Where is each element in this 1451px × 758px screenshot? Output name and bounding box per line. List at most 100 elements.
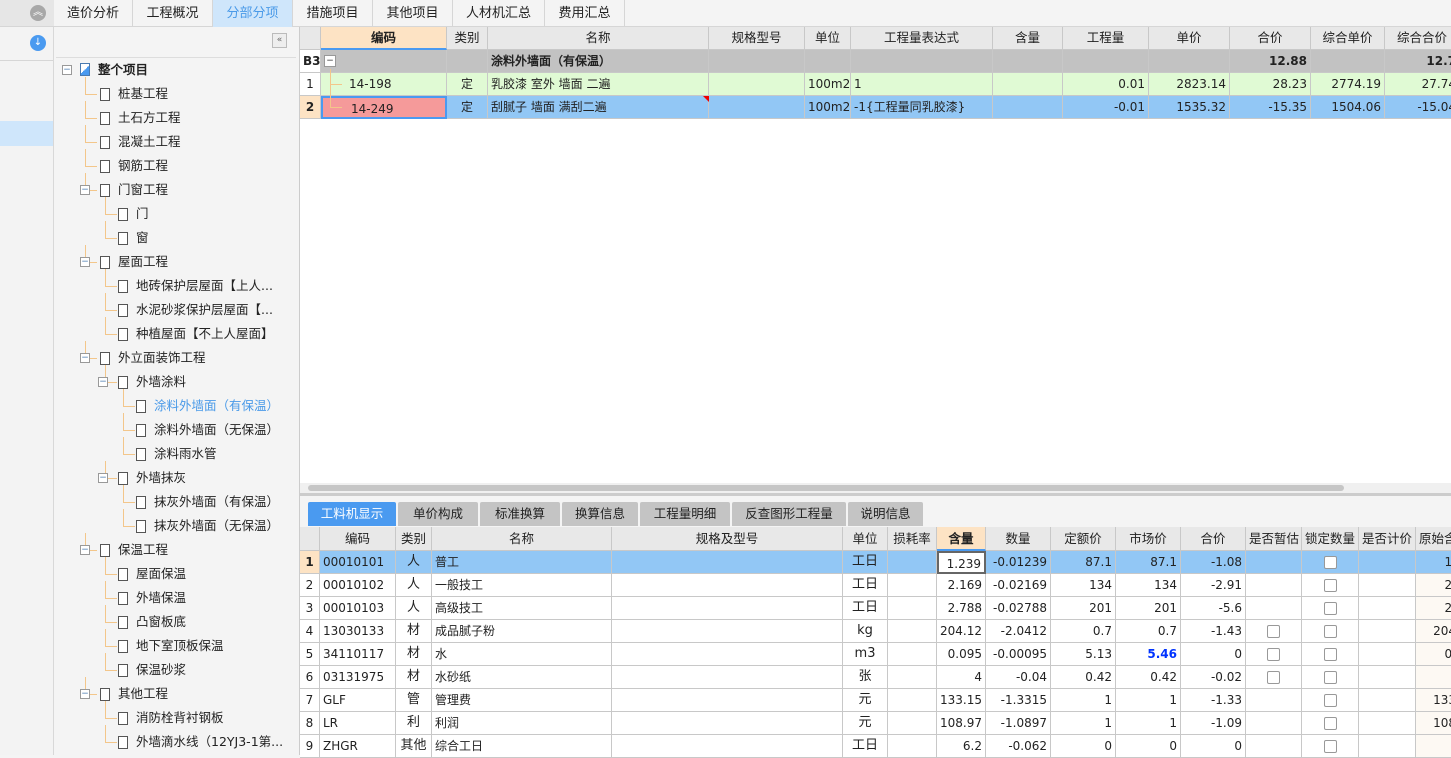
grid-cell[interactable]: 204: [1416, 620, 1451, 643]
tree-node[interactable]: 消防栓背衬钢板: [136, 707, 224, 729]
bottom-tab-3[interactable]: 换算信息: [562, 502, 638, 526]
tree-node[interactable]: 外墙滴水线（12YJ3-1第...: [136, 731, 283, 753]
grid-cell[interactable]: [888, 620, 937, 643]
grid-cell[interactable]: [888, 643, 937, 666]
lock-quantity-checkbox[interactable]: [1323, 556, 1337, 569]
grid-cell[interactable]: 2.169: [937, 574, 986, 597]
grid-cell[interactable]: 1: [1051, 689, 1116, 712]
grid-cell[interactable]: 人: [396, 574, 432, 597]
column-header[interactable]: 类别: [396, 527, 432, 551]
grid-cell[interactable]: -15.35: [1230, 96, 1311, 119]
grid-cell[interactable]: [1246, 643, 1302, 666]
column-header[interactable]: 类别: [447, 27, 488, 50]
grid-cell[interactable]: [1246, 620, 1302, 643]
grid-cell[interactable]: 普工: [432, 551, 612, 574]
grid-cell[interactable]: 100m2: [805, 96, 851, 119]
lock-quantity-checkbox[interactable]: [1323, 648, 1337, 661]
column-header[interactable]: 编码: [321, 27, 447, 50]
tree-node[interactable]: 种植屋面【不上人屋面】: [136, 323, 274, 345]
lock-quantity-checkbox[interactable]: [1323, 625, 1337, 638]
row-number[interactable]: 6: [300, 666, 320, 689]
grid-cell[interactable]: 涂料外墙面（有保温）: [488, 50, 709, 73]
grid-cell[interactable]: 87.1: [1051, 551, 1116, 574]
grid-cell[interactable]: 水砂纸: [432, 666, 612, 689]
grid-cell[interactable]: -1.08: [1181, 551, 1246, 574]
grid-cell[interactable]: -5.6: [1181, 597, 1246, 620]
grid-cell[interactable]: [1359, 712, 1416, 735]
grid-cell[interactable]: [1302, 666, 1359, 689]
grid-cell[interactable]: 0.7: [1116, 620, 1181, 643]
collapse-panel-button[interactable]: «: [272, 33, 287, 48]
tree-node[interactable]: 涂料外墙面（无保温）: [154, 419, 279, 441]
grid-cell[interactable]: 00010102: [320, 574, 396, 597]
column-header[interactable]: 综合单价: [1311, 27, 1385, 50]
grid-cell[interactable]: 2.: [1416, 597, 1451, 620]
grid-cell[interactable]: 利润: [432, 712, 612, 735]
grid-cell[interactable]: 5.13: [1051, 643, 1116, 666]
grid-cell[interactable]: 2.788: [937, 597, 986, 620]
column-header[interactable]: 损耗率: [888, 527, 937, 551]
grid-cell[interactable]: 108: [1416, 712, 1451, 735]
tab-5[interactable]: 人材机汇总: [453, 0, 545, 27]
column-header[interactable]: 数量: [986, 527, 1051, 551]
grid-cell[interactable]: [1302, 712, 1359, 735]
tree-node[interactable]: 土石方工程: [118, 107, 181, 129]
column-header[interactable]: 原始含: [1416, 527, 1451, 551]
row-number[interactable]: 2: [300, 96, 321, 119]
column-header[interactable]: 锁定数量: [1302, 527, 1359, 551]
grid-cell[interactable]: LR: [320, 712, 396, 735]
grid-cell[interactable]: [993, 50, 1063, 73]
bottom-tab-5[interactable]: 反查图形工程量: [732, 502, 846, 526]
grid-cell[interactable]: 材: [396, 666, 432, 689]
grid-cell[interactable]: -1{工程量同乳胶漆}: [851, 96, 993, 119]
tab-0[interactable]: 造价分析: [54, 0, 133, 27]
grid-cell[interactable]: [612, 666, 843, 689]
grid-cell[interactable]: [851, 50, 993, 73]
grid-cell[interactable]: 28.23: [1230, 73, 1311, 96]
grid-cell[interactable]: 工日: [843, 551, 888, 574]
grid-cell[interactable]: [447, 50, 488, 73]
tree-node[interactable]: 外墙保温: [136, 587, 186, 609]
grid-cell[interactable]: 工日: [843, 597, 888, 620]
tree-node[interactable]: 钢筋工程: [118, 155, 168, 177]
grid-cell[interactable]: [612, 551, 843, 574]
row-number[interactable]: B3: [300, 50, 321, 73]
grid-cell[interactable]: 1.: [1416, 551, 1451, 574]
tree-node[interactable]: 屋面保温: [136, 563, 186, 585]
grid-cell[interactable]: [612, 574, 843, 597]
grid-cell[interactable]: 1: [1051, 712, 1116, 735]
grid-cell[interactable]: 元: [843, 689, 888, 712]
grid-cell[interactable]: 1: [851, 73, 993, 96]
expander-minus-icon[interactable]: −: [98, 377, 108, 387]
grid-cell[interactable]: [1302, 551, 1359, 574]
grid-cell[interactable]: -1.0897: [986, 712, 1051, 735]
tree-node[interactable]: 地砖保护层屋面【上人...: [136, 275, 273, 297]
grid-cell[interactable]: [1246, 666, 1302, 689]
column-header[interactable]: 规格型号: [709, 27, 805, 50]
grid-cell[interactable]: m3: [843, 643, 888, 666]
grid-cell[interactable]: -0.02169: [986, 574, 1051, 597]
grid-cell[interactable]: [888, 666, 937, 689]
column-header[interactable]: 单位: [843, 527, 888, 551]
grid-cell[interactable]: -0.04: [986, 666, 1051, 689]
grid-cell[interactable]: [1246, 574, 1302, 597]
grid-cell[interactable]: 高级技工: [432, 597, 612, 620]
grid-cell[interactable]: 成品腻子粉: [432, 620, 612, 643]
column-header[interactable]: 定额价: [1051, 527, 1116, 551]
column-header[interactable]: 编码: [320, 527, 396, 551]
grid-cell[interactable]: 0.7: [1051, 620, 1116, 643]
grid-cell[interactable]: [1149, 50, 1230, 73]
column-header[interactable]: 工程量表达式: [851, 27, 993, 50]
tree-node[interactable]: 桩基工程: [118, 83, 168, 105]
column-header[interactable]: 规格及型号: [612, 527, 843, 551]
grid-cell[interactable]: [993, 96, 1063, 119]
grid-cell[interactable]: [1302, 643, 1359, 666]
bottom-tab-0[interactable]: 工料机显示: [308, 502, 396, 526]
expander-minus-icon[interactable]: −: [80, 185, 90, 195]
tree-node[interactable]: 保温工程: [118, 539, 168, 561]
lock-quantity-checkbox[interactable]: [1323, 717, 1337, 730]
grid-cell[interactable]: -15.04: [1385, 96, 1451, 119]
grid-cell[interactable]: 刮腻子 墙面 满刮二遍: [488, 96, 709, 119]
strip-selected-item[interactable]: [0, 121, 53, 146]
column-header[interactable]: 单位: [805, 27, 851, 50]
